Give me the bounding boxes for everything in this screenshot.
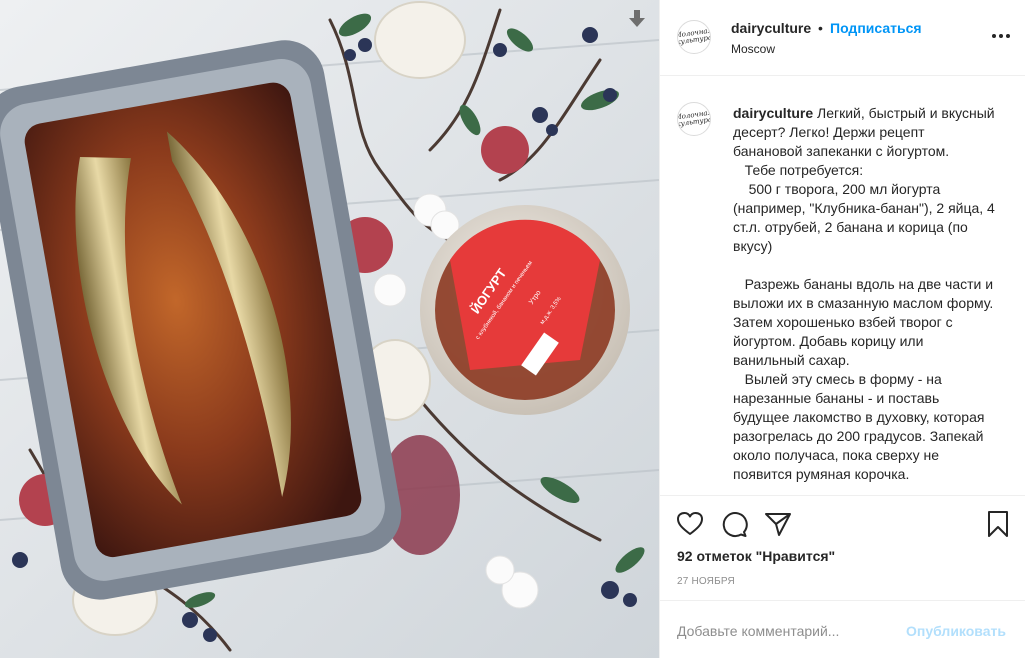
share-button[interactable] xyxy=(764,510,792,538)
avatar[interactable]: Молочная культура xyxy=(677,20,711,54)
photo-illustration: ЙОГУРТ с клубникой, бананом и печеньем У… xyxy=(0,0,659,658)
post-side-panel: Молочная культура dairyculture • Подписат… xyxy=(659,0,1025,658)
follow-button[interactable]: Подписаться xyxy=(830,20,922,36)
publish-button[interactable]: Опубликовать xyxy=(906,623,1006,639)
caption: dairyculture Легкий, быстрый и вкусный д… xyxy=(733,104,995,484)
username-link[interactable]: dairyculture xyxy=(731,20,811,36)
download-button[interactable] xyxy=(626,8,648,30)
caption-avatar[interactable]: Молочная культура xyxy=(677,102,711,136)
post-date[interactable]: 27 ноября xyxy=(677,576,735,587)
post-header: Молочная культура dairyculture • Подписат… xyxy=(660,0,1025,76)
more-options-icon xyxy=(992,34,1010,38)
like-button[interactable] xyxy=(676,510,704,538)
comment-button[interactable] xyxy=(720,510,748,538)
post-photo[interactable]: ЙОГУРТ с клубникой, бананом и печеньем У… xyxy=(0,0,659,658)
caption-area[interactable]: Молочная культура dairyculture Легкий, бы… xyxy=(660,77,1025,495)
save-button[interactable] xyxy=(984,510,1012,538)
location-link[interactable]: Moscow xyxy=(731,42,775,56)
avatar-logo: Молочная культура xyxy=(677,108,711,129)
comment-input[interactable] xyxy=(677,621,907,641)
action-bar: 92 отметок "Нравится" 27 ноября xyxy=(660,495,1025,598)
likes-count[interactable]: 92 отметок "Нравится" xyxy=(677,548,835,564)
heart-icon xyxy=(677,512,703,535)
yogurt-jar: ЙОГУРТ с клубникой, бананом и печеньем У… xyxy=(420,205,630,415)
comment-icon xyxy=(722,512,748,538)
download-icon xyxy=(629,10,645,27)
avatar-logo: Молочная культура xyxy=(677,26,711,47)
bookmark-icon xyxy=(988,511,1008,537)
add-comment-section: Опубликовать xyxy=(660,600,1025,658)
separator-dot: • xyxy=(818,20,823,36)
caption-username[interactable]: dairyculture xyxy=(733,105,813,121)
caption-text: Легкий, быстрый и вкусный десерт? Легко!… xyxy=(733,105,995,482)
share-icon xyxy=(765,513,791,536)
more-options-button[interactable] xyxy=(991,26,1011,46)
